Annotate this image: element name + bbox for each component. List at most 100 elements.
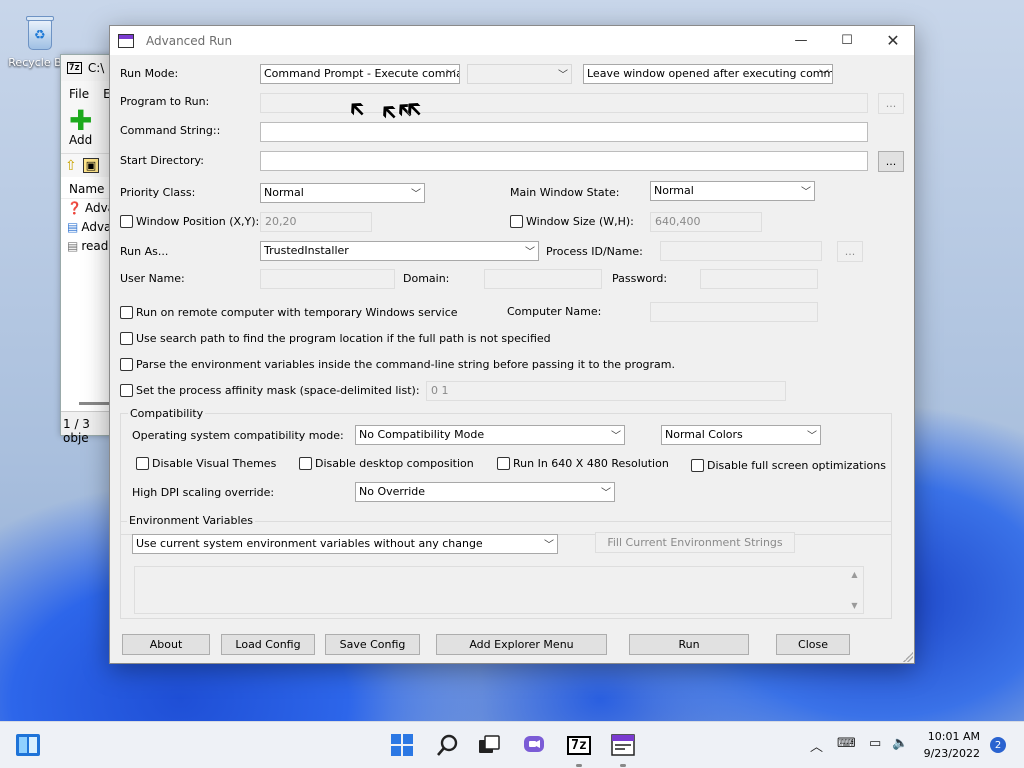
colors-select[interactable]: Normal Colors ﹀ <box>661 425 821 445</box>
maximize-button[interactable]: ☐ <box>824 26 870 55</box>
horizontal-scrollbar[interactable] <box>79 402 109 405</box>
advanced-run-taskbar-icon[interactable] <box>610 732 636 758</box>
dpi-select[interactable]: No Override ﹀ <box>355 482 615 502</box>
clock-time: 10:01 AM <box>927 730 980 743</box>
running-indicator <box>576 764 582 767</box>
environment-textarea: ▲ ▼ <box>134 566 864 614</box>
about-button[interactable]: About <box>122 634 210 655</box>
clock[interactable]: 10:01 AM 9/23/2022 <box>924 728 980 762</box>
notification-badge[interactable]: 2 <box>990 737 1006 753</box>
parse-env-checkbox[interactable]: Parse the environment variables inside t… <box>120 358 675 371</box>
program-to-run-label: Program to Run: <box>120 95 210 108</box>
checkbox-box[interactable] <box>510 215 523 228</box>
chevron-up-icon[interactable]: ︿ <box>810 736 823 755</box>
checkbox-box[interactable] <box>691 459 704 472</box>
window-position-label: Window Position (X,Y): <box>136 215 260 228</box>
chevron-down-icon: ﹀ <box>601 488 611 499</box>
priority-class-select[interactable]: Normal ﹀ <box>260 183 425 203</box>
seven-zip-taskbar-icon[interactable]: 7z <box>566 732 592 758</box>
environment-group-title: Environment Variables <box>127 514 256 527</box>
search-path-checkbox[interactable]: Use search path to find the program loca… <box>120 332 551 345</box>
checkbox-box[interactable] <box>136 457 149 470</box>
domain-input <box>484 269 602 289</box>
close-button[interactable]: Close <box>776 634 850 655</box>
user-name-label: User Name: <box>120 272 185 285</box>
window-size-checkbox[interactable]: Window Size (W,H): <box>510 215 634 228</box>
disable-visual-themes-checkbox[interactable]: Disable Visual Themes <box>136 457 276 470</box>
fill-environment-button: Fill Current Environment Strings <box>595 532 795 553</box>
chevron-down-icon: ﹀ <box>411 189 421 200</box>
search-icon[interactable] <box>435 732 461 758</box>
chevron-down-icon: ﹀ <box>819 70 829 81</box>
checkbox-box[interactable] <box>120 215 133 228</box>
run-mode-sub-select: ﹀ <box>467 64 572 84</box>
run-mode-label: Run Mode: <box>120 67 179 80</box>
menu-file[interactable]: File <box>69 87 89 105</box>
seven-zip-title: C:\ <box>87 61 105 75</box>
start-directory-input[interactable] <box>260 151 868 171</box>
checkbox-box[interactable] <box>120 358 133 371</box>
run-button[interactable]: Run <box>629 634 749 655</box>
running-indicator <box>620 764 626 767</box>
close-window-button[interactable]: ✕ <box>870 26 916 55</box>
advanced-run-dialog: Advanced Run — ☐ ✕ Run Mode: Command Pro… <box>109 25 915 664</box>
command-string-input[interactable] <box>260 122 868 142</box>
checkbox-box[interactable] <box>120 306 133 319</box>
start-icon[interactable] <box>389 732 415 758</box>
run-640-checkbox[interactable]: Run In 640 X 480 Resolution <box>497 457 669 470</box>
widgets-icon[interactable] <box>15 732 41 758</box>
window-after-select[interactable]: Leave window opened after executing comm… <box>583 64 833 84</box>
window-position-checkbox[interactable]: Window Position (X,Y): <box>120 215 259 228</box>
scroll-up-icon: ▲ <box>851 570 858 579</box>
chevron-down-icon: ﹀ <box>807 431 817 442</box>
load-config-button[interactable]: Load Config <box>221 634 315 655</box>
dpi-label: High DPI scaling override: <box>132 486 275 499</box>
recycle-bin-icon: ♻ <box>23 14 57 52</box>
environment-select[interactable]: Use current system environment variables… <box>132 534 558 554</box>
chat-icon[interactable] <box>521 732 547 758</box>
chevron-down-icon: ﹀ <box>558 70 568 81</box>
parse-env-label: Parse the environment variables inside t… <box>136 358 675 371</box>
disable-desktop-composition-checkbox[interactable]: Disable desktop composition <box>299 457 474 470</box>
up-folder-icon[interactable]: ⇧ <box>65 158 77 174</box>
checkbox-box[interactable] <box>120 332 133 345</box>
start-directory-browse-button[interactable]: ... <box>878 151 904 172</box>
window-size-label: Window Size (W,H): <box>526 215 634 228</box>
run-as-select[interactable]: TrustedInstaller ﹀ <box>260 241 539 261</box>
remote-computer-label: Run on remote computer with temporary Wi… <box>136 306 458 319</box>
disable-fullscreen-label: Disable full screen optimizations <box>707 459 886 472</box>
checkbox-box[interactable] <box>299 457 312 470</box>
affinity-checkbox[interactable]: Set the process affinity mask (space-del… <box>120 384 420 397</box>
run-as-label: Run As... <box>120 245 169 258</box>
resize-grip[interactable] <box>903 652 913 662</box>
task-view-icon[interactable] <box>476 732 502 758</box>
run-mode-select[interactable]: Command Prompt - Execute command ﹀ <box>260 64 460 84</box>
main-window-state-select[interactable]: Normal ﹀ <box>650 181 815 201</box>
main-window-state-label: Main Window State: <box>510 186 620 199</box>
password-label: Password: <box>612 272 668 285</box>
window-size-input: 640,400 <box>650 212 762 232</box>
os-compat-select[interactable]: No Compatibility Mode ﹀ <box>355 425 625 445</box>
disable-fullscreen-checkbox[interactable]: Disable full screen optimizations <box>691 459 886 472</box>
add-label[interactable]: Add <box>69 133 92 147</box>
volume-icon[interactable]: 🔈 <box>892 736 908 751</box>
network-icon[interactable]: ▭ <box>869 736 881 751</box>
window-position-input: 20,20 <box>260 212 372 232</box>
save-config-button[interactable]: Save Config <box>325 634 420 655</box>
process-id-label: Process ID/Name: <box>546 245 643 258</box>
drive-icon[interactable]: ▣ <box>82 158 100 173</box>
command-string-label: Command String:: <box>120 124 221 137</box>
disable-desktop-composition-label: Disable desktop composition <box>315 457 474 470</box>
compatibility-group-title: Compatibility <box>128 407 206 420</box>
minimize-button[interactable]: — <box>778 26 824 55</box>
keyboard-icon[interactable]: ⌨ <box>837 736 856 751</box>
password-input <box>700 269 818 289</box>
checkbox-box[interactable] <box>120 384 133 397</box>
computer-name-label: Computer Name: <box>507 305 602 318</box>
checkbox-box[interactable] <box>497 457 510 470</box>
text-file-icon: ▤ <box>67 239 79 253</box>
remote-computer-checkbox[interactable]: Run on remote computer with temporary Wi… <box>120 306 458 319</box>
add-explorer-menu-button[interactable]: Add Explorer Menu <box>436 634 607 655</box>
process-id-input <box>660 241 822 261</box>
affinity-label: Set the process affinity mask (space-del… <box>136 384 420 397</box>
